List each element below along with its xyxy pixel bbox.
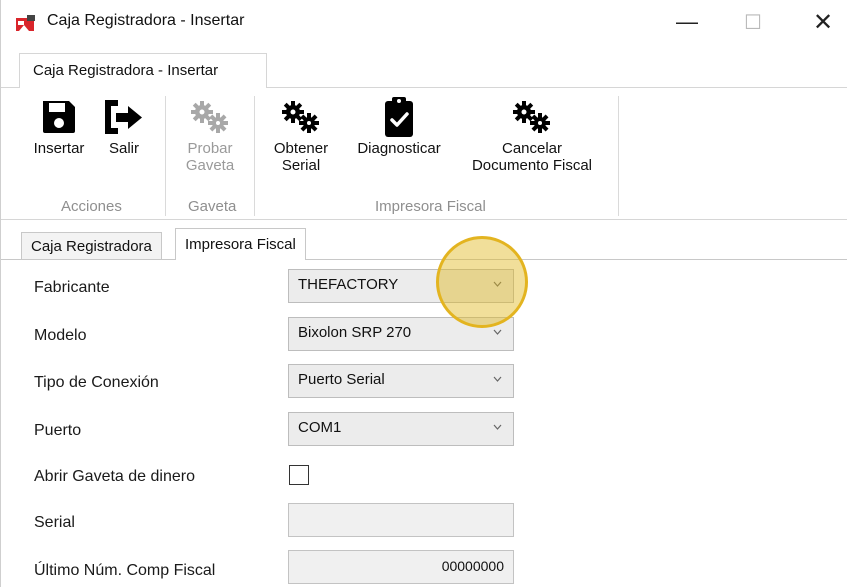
- ribbon-tab-row: Caja Registradora - Insertar: [1, 44, 847, 89]
- impresora-fiscal-panel: Fabricante THEFACTORY Modelo Bixolon SRP…: [1, 260, 847, 587]
- serial-label: Serial: [281, 157, 321, 174]
- ultimo-num-comp-fiscal-input[interactable]: 00000000: [288, 550, 514, 584]
- ribbon-panel: Insertar Salir Probar Gaveta Obtener Ser…: [1, 88, 847, 220]
- modelo-label: Modelo: [34, 327, 87, 344]
- title-bar: Caja Registradora - Insertar — ☐ ✕: [1, 0, 847, 44]
- abrir-gaveta-checkbox[interactable]: [289, 465, 309, 485]
- clipboard-check-icon: [385, 97, 413, 137]
- documento-fiscal-label: Documento Fiscal: [471, 157, 593, 174]
- salir-button[interactable]: Salir: [99, 94, 149, 157]
- insertar-button[interactable]: Insertar: [26, 94, 92, 157]
- minimize-button[interactable]: —: [661, 0, 713, 44]
- chevron-down-icon: [493, 329, 502, 335]
- abrir-gaveta-label: Abrir Gaveta de dinero: [34, 468, 195, 485]
- content-tab-strip: Caja Registradora Impresora Fiscal: [1, 220, 847, 261]
- salir-label: Salir: [108, 140, 139, 157]
- gears-icon: [282, 101, 319, 133]
- chevron-down-icon: [493, 281, 502, 287]
- cancelar-label: Cancelar: [501, 140, 563, 157]
- puerto-label: Puerto: [34, 422, 82, 439]
- puerto-value: COM1: [298, 419, 342, 436]
- serial-input[interactable]: [288, 503, 514, 537]
- insertar-label: Insertar: [33, 140, 85, 157]
- serial-field-label: Serial: [34, 514, 75, 531]
- exit-icon: [105, 100, 142, 134]
- close-button[interactable]: ✕: [797, 0, 847, 44]
- app-icon: [16, 15, 35, 31]
- app-window: Caja Registradora - Insertar — ☐ ✕ Caja …: [0, 0, 847, 587]
- save-icon: [43, 101, 75, 133]
- ultimo-num-comp-fiscal-label: Último Núm. Comp Fiscal: [34, 562, 216, 579]
- group-label-impresora-fiscal: Impresora Fiscal: [375, 198, 486, 215]
- modelo-value: Bixolon SRP 270: [298, 324, 412, 341]
- ribbon-separator: [618, 96, 619, 216]
- diagnosticar-label: Diagnosticar: [357, 140, 441, 157]
- gears-icon: [513, 101, 550, 133]
- group-label-acciones: Acciones: [61, 198, 122, 215]
- tipo-conexion-label: Tipo de Conexión: [34, 374, 159, 391]
- modelo-select[interactable]: Bixolon SRP 270: [288, 317, 514, 351]
- gaveta-label: Gaveta: [185, 157, 235, 174]
- window-title: Caja Registradora - Insertar: [47, 12, 245, 29]
- chevron-down-icon: [493, 424, 502, 430]
- obtener-serial-button[interactable]: Obtener Serial: [267, 94, 335, 174]
- ribbon-tab-caja-insertar[interactable]: Caja Registradora - Insertar: [19, 53, 267, 89]
- probar-label: Probar: [187, 140, 233, 157]
- diagnosticar-button[interactable]: Diagnosticar: [347, 94, 451, 157]
- fabricante-label: Fabricante: [34, 279, 110, 296]
- fabricante-value: THEFACTORY: [298, 276, 399, 293]
- maximize-button[interactable]: ☐: [727, 0, 779, 44]
- obtener-label: Obtener: [273, 140, 329, 157]
- probar-gaveta-button[interactable]: Probar Gaveta: [177, 94, 243, 174]
- tab-caja-registradora[interactable]: Caja Registradora: [21, 232, 162, 260]
- group-label-gaveta: Gaveta: [188, 198, 237, 215]
- tipo-conexion-value: Puerto Serial: [298, 371, 385, 388]
- fabricante-select[interactable]: THEFACTORY: [288, 269, 514, 303]
- tipo-conexion-select[interactable]: Puerto Serial: [288, 364, 514, 398]
- cancelar-documento-fiscal-button[interactable]: Cancelar Documento Fiscal: [457, 94, 607, 174]
- chevron-down-icon: [493, 376, 502, 382]
- ribbon-separator: [165, 96, 166, 216]
- tab-impresora-fiscal[interactable]: Impresora Fiscal: [175, 228, 306, 261]
- puerto-select[interactable]: COM1: [288, 412, 514, 446]
- gears-icon: [191, 101, 228, 133]
- ribbon-separator: [254, 96, 255, 216]
